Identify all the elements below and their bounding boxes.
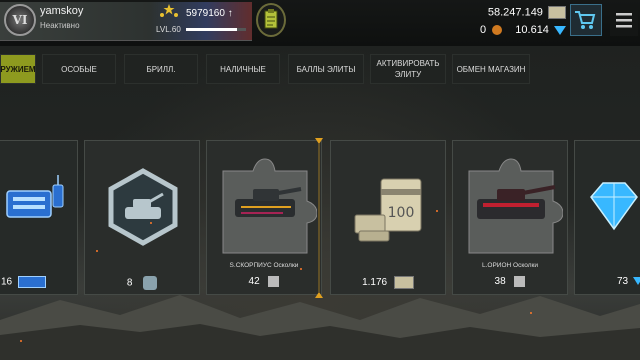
item-count: 8 <box>85 276 199 290</box>
tab-label: БРИЛЛ. <box>146 64 176 74</box>
tab-label: АКТИВИРОВАТЬ ЭЛИТУ <box>376 59 440 79</box>
radio-mini-icon <box>17 276 46 288</box>
user-status: Неактивно <box>40 21 80 30</box>
cash-stack-icon: 100 <box>354 178 422 242</box>
scroll-center-marker <box>315 138 323 298</box>
xp-progress-fill <box>186 28 237 31</box>
diamond-icon <box>554 25 566 35</box>
tab-cash[interactable]: НАЛИЧНЫЕ <box>206 54 280 84</box>
tab-weapons[interactable]: РУЖИЕМ <box>0 54 36 84</box>
tokens-diamonds-row: 0 10.614 <box>480 24 566 36</box>
tab-diamonds[interactable]: БРИЛЛ. <box>124 54 198 84</box>
puzzle-mini-icon <box>268 276 280 287</box>
item-count: 16 <box>0 276 77 288</box>
diamonds-value: 10.614 <box>515 24 549 36</box>
arrow-up-icon: ↑ <box>227 8 233 19</box>
score-value: 5979160 <box>186 8 225 19</box>
item-card[interactable]: 100 1.176 <box>330 140 446 295</box>
badge-mini-icon <box>143 276 158 290</box>
tab-label: ОБМЕН МАГАЗИН <box>456 64 526 74</box>
missions-button[interactable] <box>256 3 286 37</box>
top-bar: VI yamskoy Неактивно 5979160 ↑ LVL.60 58… <box>0 0 640 46</box>
ember-particle <box>530 312 532 314</box>
clipboard-icon <box>264 9 278 29</box>
rank-stars-icon <box>160 4 178 17</box>
ember-particle <box>150 222 152 224</box>
emblem-label: VI <box>12 13 28 27</box>
item-count: 1.176 <box>331 276 445 289</box>
item-count-value: 73 <box>617 276 629 287</box>
gold-balance: 58.247.149 <box>488 6 566 19</box>
player-level: LVL.60 <box>156 25 181 34</box>
rank-emblem-icon: VI <box>4 4 36 36</box>
ember-particle <box>20 340 22 342</box>
item-card[interactable]: 8 <box>84 140 200 295</box>
player-score: 5979160 ↑ <box>186 8 233 19</box>
item-caption: S.СКОРПИУС Осколки <box>229 262 299 269</box>
tab-activate-elite[interactable]: АКТИВИРОВАТЬ ЭЛИТУ <box>370 54 446 84</box>
tab-label: ОСОБЫЕ <box>61 64 97 74</box>
item-count-value: 38 <box>494 276 506 288</box>
item-count-value: 8 <box>126 277 133 289</box>
tab-label: НАЛИЧНЫЕ <box>220 64 266 74</box>
menu-icon <box>616 13 632 28</box>
tank-badge-icon <box>108 168 178 246</box>
item-card[interactable]: 73 <box>574 140 640 295</box>
item-count-value: 42 <box>248 276 260 288</box>
cash-icon <box>548 6 566 19</box>
shop-button[interactable] <box>570 4 602 36</box>
gold-value: 58.247.149 <box>487 6 543 19</box>
item-count: 42 <box>207 276 321 287</box>
item-count: 73 <box>575 276 640 287</box>
item-card[interactable]: 16 <box>0 140 78 295</box>
item-count-value: 1.176 <box>362 277 388 289</box>
cash-mini-icon <box>393 276 414 289</box>
puzzle-piece-icon <box>222 158 317 254</box>
xp-progress-bar <box>186 28 246 31</box>
puzzle-piece-icon <box>468 158 563 254</box>
tab-elite-points[interactable]: БАЛЛЫ ЭЛИТЫ <box>288 54 364 84</box>
diamond-mini-icon <box>632 277 640 286</box>
svg-text:100: 100 <box>388 205 415 221</box>
item-count-value: 16 <box>1 276 13 288</box>
item-card[interactable]: L.ОРИОН Осколки 38 <box>452 140 568 295</box>
menu-button[interactable] <box>610 4 638 36</box>
tab-exchange-shop[interactable]: ОБМЕН МАГАЗИН <box>452 54 530 84</box>
tab-label: РУЖИЕМ <box>0 64 36 74</box>
tab-label: БАЛЛЫ ЭЛИТЫ <box>296 64 356 74</box>
shopping-cart-icon <box>575 11 596 29</box>
diamond-icon <box>590 182 638 231</box>
username: yamskoy <box>40 5 84 17</box>
tab-special[interactable]: ОСОБЫЕ <box>42 54 116 84</box>
tokens-value: 0 <box>480 24 487 36</box>
ember-particle <box>96 250 98 252</box>
item-count: 38 <box>453 276 567 287</box>
item-card[interactable]: S.СКОРПИУС Осколки 42 <box>206 140 322 295</box>
radio-equipment-icon <box>6 175 64 218</box>
puzzle-mini-icon <box>514 276 526 287</box>
ember-particle <box>300 268 302 270</box>
coin-icon <box>492 25 503 36</box>
item-caption: L.ОРИОН Осколки <box>481 262 538 269</box>
ember-particle <box>436 210 438 212</box>
